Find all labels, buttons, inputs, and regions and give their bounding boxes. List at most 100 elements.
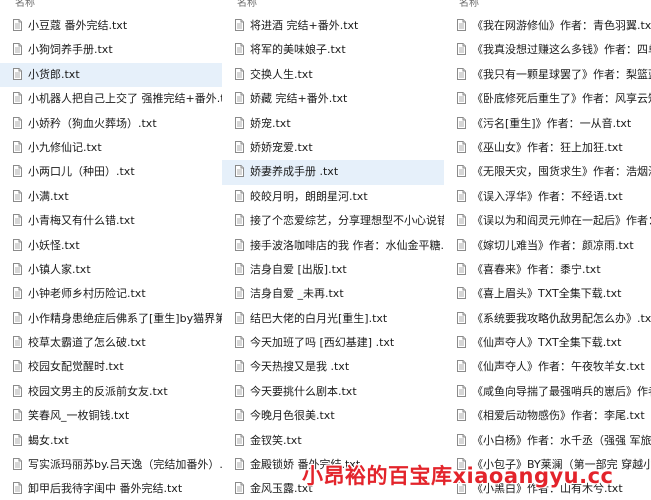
file-item[interactable]: 交换人生.txt (222, 63, 444, 87)
file-item[interactable]: 《误入浮华》作者：不经语.txt (444, 185, 651, 209)
file-name: 小机器人把自己上交了 强推完结+番外.txt (28, 92, 222, 106)
file-item[interactable]: 将军的美味娘子.txt (222, 38, 444, 62)
column-header-name[interactable]: 名称 (222, 0, 444, 12)
file-item[interactable]: 结巴大佬的白月光[重生].txt (222, 307, 444, 331)
file-name: 卸甲后我待字闺中 番外完结.txt (28, 482, 183, 496)
text-file-icon (457, 360, 466, 373)
text-file-icon (457, 262, 466, 275)
file-name: 《小白杨》作者：水千丞（强强 军旅文... (472, 433, 651, 447)
file-item[interactable]: 小货郎.txt (0, 62, 222, 88)
text-file-icon (235, 458, 244, 471)
file-item[interactable]: 《咸鱼向导揣了最强哨兵的崽后》作者：... (444, 380, 651, 404)
file-name: 《误以为和阎灵元帅在一起后》作者：宫... (472, 214, 651, 228)
file-name: 小镇人家.txt (28, 262, 91, 276)
text-file-icon (457, 165, 466, 178)
file-item[interactable]: 卸甲后我待字闺中 番外完结.txt (0, 477, 222, 500)
file-item[interactable]: 《系统要我攻略仇敌男配怎么办》.txt (444, 307, 651, 331)
text-file-icon (235, 336, 244, 349)
file-item[interactable]: 今天要挑什么剧本.txt (222, 380, 444, 404)
file-item[interactable]: 娇娇宠爱.txt (222, 136, 444, 160)
file-item[interactable]: 《嫁切儿难当》作者：颜凉雨.txt (444, 234, 651, 258)
text-file-icon (457, 384, 466, 397)
file-item[interactable]: 洁身自爱 _未再.txt (222, 282, 444, 306)
text-file-icon (13, 409, 22, 422)
file-name: 小青梅又有什么错.txt (28, 214, 135, 228)
file-item[interactable]: 《小白杨》作者：水千丞（强强 军旅文... (444, 429, 651, 453)
file-item[interactable]: 校园文男主的反派前女友.txt (0, 380, 222, 404)
file-item[interactable]: 娇藏 完结+番外.txt (222, 87, 444, 111)
file-item[interactable]: 接了个恋爱综艺，分享理想型不小心说错... (222, 209, 444, 233)
column-header-name[interactable]: 名称 (0, 0, 222, 12)
file-item[interactable]: 娇妻养成手册 .txt (222, 160, 444, 185)
file-item[interactable]: 小机器人把自己上交了 强推完结+番外.txt (0, 87, 222, 111)
file-item[interactable]: 《误以为和阎灵元帅在一起后》作者：宫... (444, 209, 651, 233)
file-item[interactable]: 校草太霸道了怎么破.txt (0, 331, 222, 355)
file-name: 《卧底修死后重生了》作者：风享云知道... (472, 92, 651, 106)
text-file-icon (235, 311, 244, 324)
file-item[interactable]: 小狗饲养手册.txt (0, 38, 222, 62)
text-file-icon (13, 214, 22, 227)
text-file-icon (457, 189, 466, 202)
text-file-icon (457, 409, 466, 422)
file-item[interactable]: 今天热搜又是我 .txt (222, 355, 444, 379)
file-name: 洁身自爱 [出版].txt (250, 262, 347, 276)
text-file-icon (235, 238, 244, 251)
text-file-icon (13, 238, 22, 251)
file-item[interactable]: 小钟老师乡村历险记.txt (0, 282, 222, 306)
file-item[interactable]: 笑春风_一枚铜钱.txt (0, 404, 222, 428)
file-item[interactable]: 《喜春来》作者：黍宁.txt (444, 258, 651, 282)
text-file-icon (457, 433, 466, 446)
file-name: 《系统要我攻略仇敌男配怎么办》.txt (472, 311, 651, 325)
file-item[interactable]: 小娇矜（狗血火葬场）.txt (0, 112, 222, 136)
file-name: 《喜上眉头》TXT全集下载.txt (472, 287, 622, 301)
file-item[interactable]: 小九修仙记.txt (0, 136, 222, 160)
file-item[interactable]: 小妖怪.txt (0, 234, 222, 258)
file-name: 小九修仙记.txt (28, 140, 102, 154)
text-file-icon (13, 92, 22, 105)
file-item[interactable]: 小青梅又有什么错.txt (0, 209, 222, 233)
file-item[interactable]: 小满.txt (0, 185, 222, 209)
file-item[interactable]: 洁身自爱 [出版].txt (222, 258, 444, 282)
file-item[interactable]: 校园女配觉醒时.txt (0, 355, 222, 379)
file-item[interactable]: 《仙声夺人》TXT全集下载.txt (444, 331, 651, 355)
text-file-icon (13, 19, 22, 31)
file-item[interactable]: 小豆蔻 番外完结.txt (0, 14, 222, 38)
text-file-icon (13, 165, 22, 178)
file-item[interactable]: 今天加班了吗 [西幻基建] .txt (222, 331, 444, 355)
file-item[interactable]: 蝎女.txt (0, 429, 222, 453)
file-name: 今天热搜又是我 .txt (250, 360, 350, 374)
file-name: 蝎女.txt (28, 433, 69, 447)
file-item[interactable]: 将进酒 完结+番外.txt (222, 14, 444, 38)
file-name: 《污名[重生]》作者：一从音.txt (472, 116, 632, 130)
text-file-icon (235, 116, 244, 129)
file-item[interactable]: 写实派玛丽苏by.吕天逸（完结加番外）... (0, 453, 222, 477)
file-item[interactable]: 今晚月色很美.txt (222, 404, 444, 428)
file-item[interactable]: 《无限天灾，囤货求生》作者：浩烟海.txt (444, 160, 651, 184)
file-name: 《仙声夺人》TXT全集下载.txt (472, 336, 622, 350)
file-name: 结巴大佬的白月光[重生].txt (250, 311, 388, 325)
file-item[interactable]: 小两口儿（种田）.txt (0, 160, 222, 184)
file-name: 《无限天灾，囤货求生》作者：浩烟海.txt (472, 165, 651, 179)
file-item[interactable]: 《仙声夺人》作者：午夜牧羊女.txt (444, 355, 651, 379)
file-item[interactable]: 《我只有一颗星球罢了》作者：梨篮蓝.txt (444, 63, 651, 87)
column-header-name[interactable]: 名称 (444, 0, 651, 12)
file-item[interactable]: 《我真没想过赚这么多钱》作者：四单猪... (444, 38, 651, 62)
file-name: 娇妻养成手册 .txt (250, 165, 339, 179)
file-item[interactable]: 《污名[重生]》作者：一从音.txt (444, 112, 651, 136)
file-item[interactable]: 金钗笑.txt (222, 429, 444, 453)
file-name: 金钗笑.txt (250, 433, 302, 447)
text-file-icon (13, 482, 22, 495)
file-item[interactable]: 《卧底修死后重生了》作者：风享云知道... (444, 87, 651, 111)
file-item[interactable]: 《我在网游修仙》作者：青色羽翼.txt (444, 14, 651, 38)
file-item[interactable]: 《相爱后动物感伤》作者：李尾.txt (444, 404, 651, 428)
file-name: 接手波洛咖啡店的我 作者：水仙金平糖.t... (250, 238, 444, 252)
file-item[interactable]: 《喜上眉头》TXT全集下载.txt (444, 282, 651, 306)
file-item[interactable]: 皎皎月明，朗朗星河.txt (222, 185, 444, 209)
file-item[interactable]: 娇宠.txt (222, 112, 444, 136)
file-item[interactable]: 小作精身患绝症后佛系了[重生]by猫界第... (0, 307, 222, 331)
file-item[interactable]: 小镇人家.txt (0, 258, 222, 282)
file-item[interactable]: 接手波洛咖啡店的我 作者：水仙金平糖.t... (222, 234, 444, 258)
text-file-icon (457, 43, 466, 56)
file-item[interactable]: 《巫山女》作者：狂上加狂.txt (444, 136, 651, 160)
file-name: 洁身自爱 _未再.txt (250, 287, 344, 301)
